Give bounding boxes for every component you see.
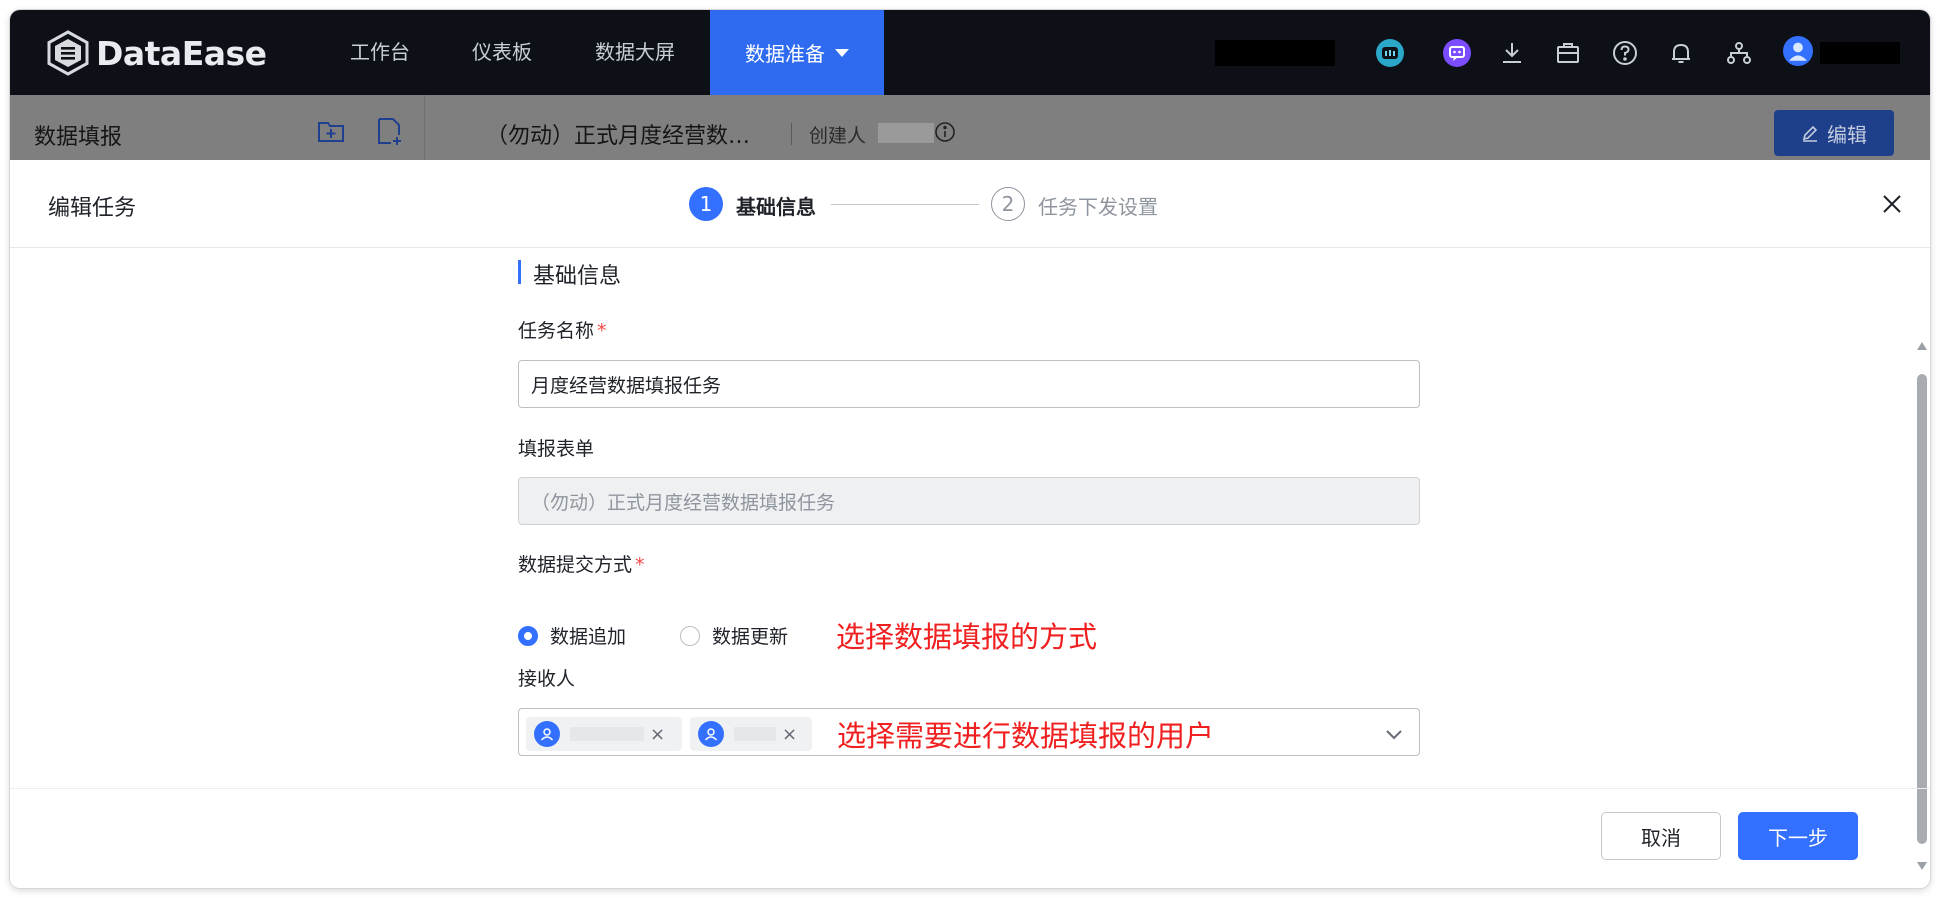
nav-workbench[interactable]: 工作台 bbox=[350, 10, 410, 95]
form-body: 基础信息 任务名称 * 月度经营数据填报任务 填报表单 （勿动）正式月度经营数据填… bbox=[10, 248, 1930, 870]
user-avatar[interactable] bbox=[1783, 36, 1817, 70]
next-step-button[interactable]: 下一步 bbox=[1738, 812, 1858, 860]
help-icon[interactable] bbox=[1610, 38, 1640, 68]
nav-data-prep[interactable]: 数据准备 bbox=[710, 10, 884, 95]
required-mark: * bbox=[597, 320, 607, 342]
required-mark: * bbox=[635, 554, 645, 576]
org-tree-icon[interactable] bbox=[1724, 38, 1754, 68]
top-navbar: DataEase 工作台 仪表板 数据大屏 数据准备 bbox=[10, 10, 1930, 95]
nav-data-screen[interactable]: 数据大屏 bbox=[595, 10, 675, 95]
bell-icon[interactable] bbox=[1666, 38, 1696, 68]
radio-update[interactable]: 数据更新 bbox=[680, 622, 788, 649]
brand-name: DataEase bbox=[96, 33, 267, 73]
divider bbox=[791, 123, 792, 145]
step-2-indicator: 2 bbox=[991, 187, 1025, 221]
drawer-footer: 取消 下一步 bbox=[10, 788, 1930, 888]
radio-checked-icon bbox=[518, 625, 538, 646]
section-title: 数据填报 bbox=[34, 125, 123, 150]
step-2-label: 任务下发设置 bbox=[1038, 195, 1158, 219]
step-1-indicator: 1 bbox=[689, 187, 723, 221]
annotation-receiver: 选择需要进行数据填报的用户 bbox=[837, 719, 1215, 753]
form-field-disabled: （勿动）正式月度经营数据填报任务 bbox=[518, 477, 1420, 525]
left-panel-header: 数据填报 bbox=[10, 95, 425, 170]
chevron-down-icon[interactable] bbox=[1383, 723, 1405, 745]
step-connector bbox=[831, 204, 979, 205]
radio-append[interactable]: 数据追加 bbox=[518, 622, 626, 649]
tag-close-icon[interactable]: × bbox=[650, 724, 665, 745]
task-name-input[interactable]: 月度经营数据填报任务 bbox=[518, 360, 1420, 408]
redacted-username bbox=[1820, 42, 1900, 64]
annotation-submit-mode: 选择数据填报的方式 bbox=[836, 620, 1098, 654]
pencil-icon bbox=[1802, 125, 1818, 142]
edit-task-drawer: 编辑任务 1 基础信息 2 任务下发设置 基础信息 任务名称 * 月度经营数据填报… bbox=[10, 160, 1930, 888]
form-section-title: 基础信息 bbox=[533, 264, 622, 289]
task-name-label: 任务名称 * bbox=[518, 316, 607, 343]
form-select-label: 填报表单 bbox=[518, 438, 595, 460]
task-name-label-text: 任务名称 bbox=[518, 320, 595, 342]
dataease-logo-icon bbox=[47, 30, 89, 76]
nav-data-prep-label: 数据准备 bbox=[745, 42, 825, 66]
download-icon[interactable] bbox=[1497, 38, 1527, 68]
caret-down-icon bbox=[835, 48, 849, 57]
new-folder-icon[interactable] bbox=[315, 115, 347, 147]
step-1-label: 基础信息 bbox=[736, 195, 816, 219]
page-heading: （勿动）正式月度经营数… bbox=[486, 124, 751, 149]
close-icon[interactable] bbox=[1878, 190, 1906, 218]
info-icon[interactable] bbox=[934, 121, 956, 143]
submit-mode-label-text: 数据提交方式 bbox=[518, 554, 633, 576]
new-form-icon[interactable] bbox=[373, 115, 405, 147]
receiver-tag: × bbox=[690, 717, 812, 751]
redacted-creator bbox=[878, 123, 934, 143]
user-icon bbox=[534, 721, 560, 747]
radio-append-label: 数据追加 bbox=[550, 626, 627, 648]
redacted-org bbox=[1215, 40, 1335, 66]
nav-dashboard[interactable]: 仪表板 bbox=[472, 10, 532, 95]
receiver-label: 接收人 bbox=[518, 668, 576, 690]
ai-bot-icon[interactable] bbox=[1375, 38, 1405, 68]
user-icon bbox=[698, 721, 724, 747]
receiver-tag: × bbox=[526, 717, 682, 751]
cancel-button[interactable]: 取消 bbox=[1601, 812, 1721, 860]
creator-label: 创建人 bbox=[809, 125, 867, 147]
submit-mode-label: 数据提交方式 * bbox=[518, 550, 645, 577]
tag-close-icon[interactable]: × bbox=[782, 724, 797, 745]
drawer-title: 编辑任务 bbox=[48, 196, 137, 221]
drawer-header: 编辑任务 1 基础信息 2 任务下发设置 bbox=[10, 160, 1930, 248]
data-fill-toolbar: 数据填报 （勿动）正式月度经营数… 创建人 编辑 bbox=[10, 95, 1930, 170]
edit-button-label: 编辑 bbox=[1827, 122, 1867, 147]
receiver-select[interactable]: × × 选择需要进行数据填报的用户 bbox=[518, 708, 1420, 756]
brand-logo[interactable]: DataEase bbox=[46, 30, 267, 76]
redacted-receiver bbox=[734, 727, 776, 741]
app-window: DataEase 工作台 仪表板 数据大屏 数据准备 数据填报 （勿动）正式月度… bbox=[10, 10, 1930, 888]
briefcase-icon[interactable] bbox=[1553, 38, 1583, 68]
redacted-receiver bbox=[570, 727, 644, 741]
ai-chat-icon[interactable] bbox=[1442, 38, 1472, 68]
edit-button[interactable]: 编辑 bbox=[1774, 110, 1894, 156]
radio-unchecked-icon bbox=[680, 625, 700, 646]
radio-update-label: 数据更新 bbox=[712, 626, 789, 648]
section-accent-bar bbox=[518, 260, 521, 284]
